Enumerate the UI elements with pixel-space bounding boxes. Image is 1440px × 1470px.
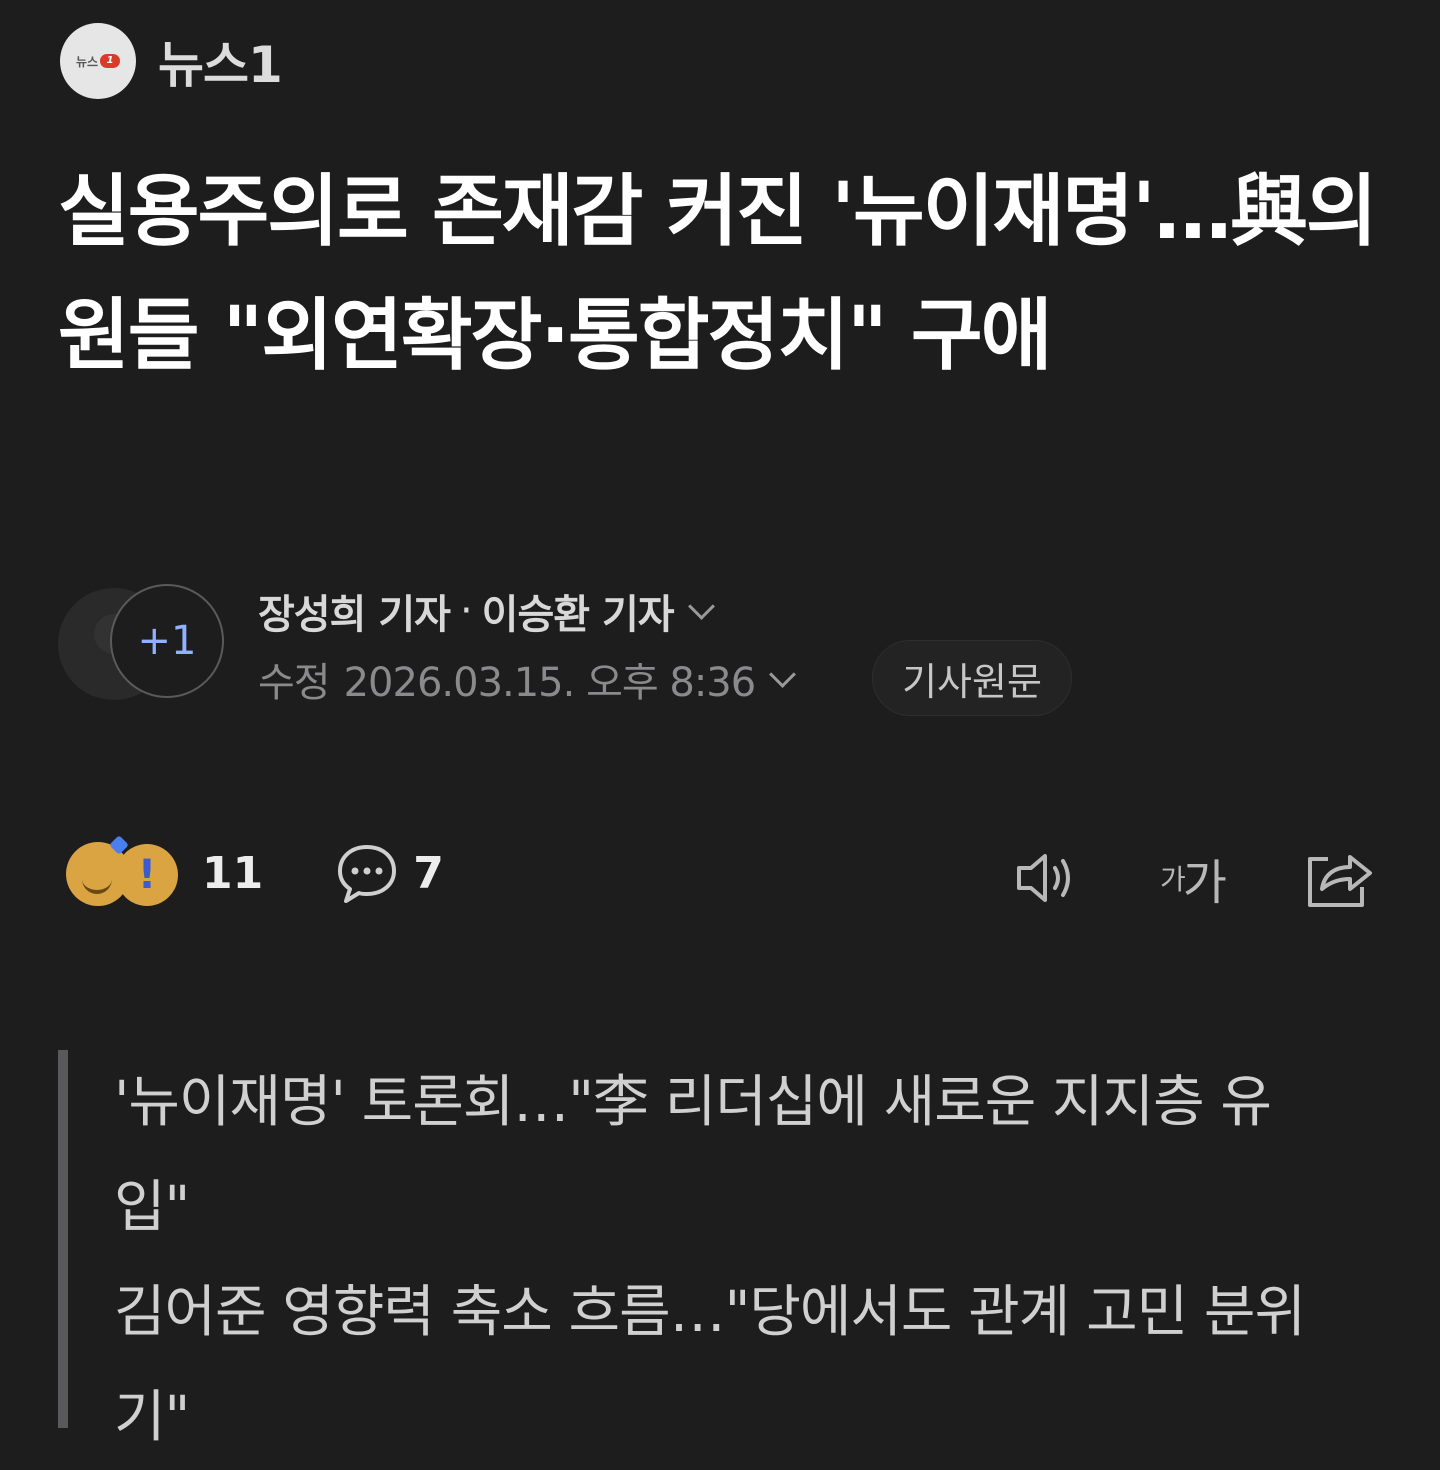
font-size-button[interactable]: 가가 <box>1152 838 1232 918</box>
more-reporters-badge[interactable]: +1 <box>110 584 224 698</box>
chevron-down-icon[interactable] <box>687 592 715 620</box>
font-size-control: 가가 <box>1152 838 1232 918</box>
speaker-button[interactable] <box>1004 838 1084 918</box>
font-size-small-label: 가 <box>1160 863 1186 896</box>
comment-count[interactable]: 7 <box>413 848 444 899</box>
reporter-name[interactable]: 장성희 기자 <box>258 582 451 640</box>
press-name[interactable]: 뉴스1 <box>158 25 283 97</box>
dateline-label: 수정 <box>258 660 331 706</box>
byline-separator: · <box>459 588 473 634</box>
share-control <box>1296 838 1376 918</box>
reaction-emojis[interactable]: ! <box>66 835 182 908</box>
share-icon <box>1308 855 1372 907</box>
font-size-large-label: 가 <box>1182 855 1227 911</box>
press-logo[interactable]: 뉴스 1 <box>60 23 136 99</box>
summary-quote-bar <box>58 1050 68 1428</box>
press-header[interactable]: 뉴스 1 뉴스1 <box>60 22 283 100</box>
press-logo-text: 뉴스 <box>75 54 99 69</box>
article-datetime: 2026.03.15. 오후 8:36 <box>343 660 757 706</box>
article-headline: 실용주의로 존재감 커진 '뉴이재명'…與의원들 "외연확장·통합정치" 구애 <box>58 167 1378 381</box>
press-logo-mark: 1 <box>100 54 121 68</box>
summary-line: '뉴이재명' 토론회…"李 리더십에 새로운 지지층 유입" <box>114 1070 1272 1240</box>
reaction-count[interactable]: 11 <box>202 848 263 899</box>
share-button[interactable] <box>1296 838 1376 918</box>
article-summary: '뉴이재명' 토론회…"李 리더십에 새로운 지지층 유입" 김어준 영향력 축… <box>58 1050 1358 1450</box>
summary-text: '뉴이재명' 토론회…"李 리더십에 새로운 지지층 유입" 김어준 영향력 축… <box>114 1050 1334 1470</box>
byline[interactable]: 장성희 기자 · 이승환 기자 <box>258 582 715 640</box>
speaker-icon <box>1017 854 1070 902</box>
original-article-button[interactable]: 기사원문 <box>872 640 1072 716</box>
chevron-down-icon[interactable] <box>769 660 797 688</box>
summary-line: 김어준 영향력 축소 흐름…"당에서도 관계 고민 분위기" <box>114 1280 1306 1450</box>
article-toolbar <box>1004 838 1084 918</box>
comment-icon[interactable] <box>335 841 399 905</box>
reporter-name[interactable]: 이승환 기자 <box>482 582 675 640</box>
reporter-avatars[interactable]: +1 <box>58 584 228 702</box>
dateline[interactable]: 수정 2026.03.15. 오후 8:36 <box>258 650 797 708</box>
reaction-bar[interactable]: ! 11 7 <box>66 835 444 908</box>
